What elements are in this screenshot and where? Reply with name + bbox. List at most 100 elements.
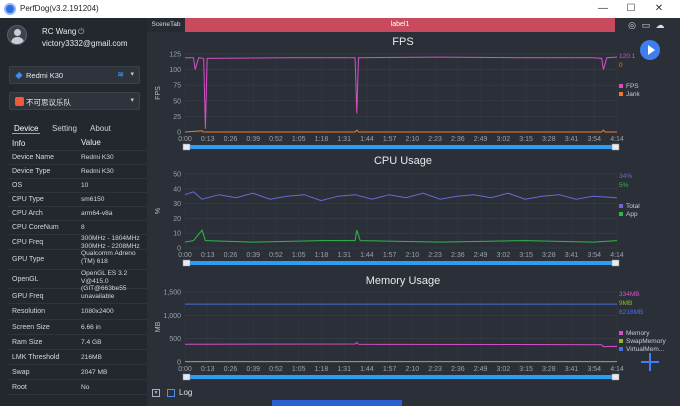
- series-line: [184, 191, 618, 202]
- info-table-header: Info Value: [7, 137, 147, 151]
- x-tick-label: 0:13: [201, 136, 215, 143]
- y-axis-label: FPS: [155, 86, 162, 100]
- location-icon[interactable]: ◎: [627, 20, 637, 30]
- x-tick-label: 3:28: [542, 366, 556, 373]
- info-value: 216MB: [81, 353, 102, 361]
- x-tick-label: 3:15: [519, 252, 533, 259]
- scene-tab[interactable]: SceneTab: [147, 18, 185, 32]
- device-icon: [15, 71, 23, 80]
- info-row: Swap 2047 MB: [7, 365, 147, 380]
- log-label: Log: [179, 388, 193, 397]
- x-tick-label: 0:00: [178, 252, 192, 259]
- avatar-icon[interactable]: [7, 25, 27, 45]
- perfdog-app-icon: [4, 3, 16, 15]
- x-tick-label: 3:02: [497, 252, 511, 259]
- info-key: Root: [12, 383, 27, 391]
- current-value: 9MB: [619, 300, 632, 307]
- info-row: LMK Threshold 216MB: [7, 350, 147, 365]
- cloud-icon[interactable]: ☁: [655, 20, 665, 30]
- x-tick-label: 2:49: [474, 366, 488, 373]
- log-checkbox[interactable]: [167, 389, 175, 397]
- x-tick-label: 0:13: [201, 366, 215, 373]
- y-axis-label: %: [155, 208, 162, 214]
- scrollbar-handle-right[interactable]: [611, 259, 620, 267]
- scrollbar-handle-left[interactable]: [182, 373, 191, 381]
- info-header-key: Info: [12, 139, 26, 148]
- info-row: GPU Type Qualcomm Adreno (TM) 618: [7, 250, 147, 270]
- x-tick-label: 3:15: [519, 136, 533, 143]
- app-select-label: 不可思议乐队: [26, 98, 71, 107]
- current-value: 120.1: [619, 53, 636, 60]
- user-name: RC Wang: [42, 27, 77, 36]
- x-tick-label: 0:00: [178, 136, 192, 143]
- folder-icon[interactable]: ▭: [641, 20, 651, 30]
- info-value: arm64-v8a: [81, 210, 113, 217]
- label-bar[interactable]: label1: [185, 18, 615, 32]
- info-row: Ram Size 7.4 GB: [7, 335, 147, 350]
- chevron-down-icon: ▾: [130, 71, 134, 78]
- x-tick-label: 0:26: [224, 366, 238, 373]
- x-tick-label: 3:02: [497, 136, 511, 143]
- fps-chart: FPS 0 25 50 75 100 125 0:00 0:13 0:26 0:39 0:52 1:05…: [147, 34, 680, 152]
- info-row: CPU Arch arm64-v8a: [7, 207, 147, 221]
- y-axis-label: MB: [155, 321, 162, 332]
- current-value: 5%: [619, 182, 629, 189]
- chart-title: CPU Usage: [374, 155, 432, 167]
- scrollbar-handle-left[interactable]: [182, 143, 191, 151]
- x-tick-label: 2:49: [474, 136, 488, 143]
- play-button[interactable]: [640, 40, 660, 60]
- x-tick-label: 0:52: [269, 252, 283, 259]
- x-tick-label: 1:44: [360, 252, 374, 259]
- scrollbar-handle-right[interactable]: [611, 143, 620, 151]
- x-tick-label: 4:14: [610, 366, 624, 373]
- scrollbar-handle-left[interactable]: [182, 259, 191, 267]
- time-scrollbar[interactable]: [184, 145, 618, 149]
- x-tick-label: 2:10: [406, 252, 420, 259]
- window-titlebar: PerfDog(v3.2.191204) — ☐ ✕: [0, 0, 680, 18]
- x-tick-label: 1:05: [292, 252, 306, 259]
- tab-setting[interactable]: Setting: [50, 124, 79, 133]
- close-button[interactable]: ✕: [652, 2, 666, 16]
- device-select-label: Redmi K30: [26, 71, 64, 80]
- x-tick-label: 3:54: [587, 252, 601, 259]
- info-value: 6.66 in: [81, 323, 101, 331]
- power-icon[interactable]: ⏻: [78, 27, 84, 37]
- x-tick-label: 0:00: [178, 366, 192, 373]
- info-key: LMK Threshold: [12, 353, 60, 361]
- app-select[interactable]: 不可思议乐队 ▾: [9, 92, 140, 110]
- y-tick-label: 1,500: [163, 290, 181, 297]
- add-button[interactable]: [641, 353, 659, 371]
- expand-log-icon[interactable]: ▼: [152, 389, 160, 397]
- time-scrollbar[interactable]: [184, 261, 618, 265]
- info-key: CPU Arch: [12, 210, 43, 217]
- legend-swatch: [619, 331, 623, 335]
- x-tick-label: 2:10: [406, 366, 420, 373]
- time-scrollbar[interactable]: [184, 375, 618, 379]
- x-tick-label: 4:14: [610, 136, 624, 143]
- info-key: Resolution: [12, 308, 46, 315]
- info-row: CPU Type sm6150: [7, 193, 147, 207]
- tab-about[interactable]: About: [88, 124, 113, 133]
- x-tick-label: 2:10: [406, 136, 420, 143]
- maximize-button[interactable]: ☐: [624, 2, 638, 16]
- device-select[interactable]: Redmi K30 ≋ ▾: [9, 66, 140, 84]
- minimize-button[interactable]: —: [596, 2, 610, 16]
- legend-swatch: [619, 92, 623, 96]
- info-row: CPU Freq 300MHz - 1804MHz 300MHz - 2208MH…: [7, 235, 147, 250]
- legend-item: FPS: [626, 83, 639, 90]
- info-row: CPU CoreNum 8: [7, 221, 147, 235]
- legend-item: VirtualMem...: [626, 346, 664, 353]
- legend-swatch: [619, 339, 623, 343]
- current-value: 34%: [619, 173, 632, 180]
- info-key: OpenGL: [12, 275, 39, 283]
- x-tick-label: 1:18: [315, 136, 329, 143]
- info-key: Ram Size: [12, 338, 43, 346]
- info-row: OS 10: [7, 179, 147, 193]
- legend-swatch: [619, 347, 623, 351]
- series-line: [184, 129, 617, 133]
- info-row: Device Name Redmi K30: [7, 151, 147, 165]
- current-value: 0: [619, 62, 623, 69]
- scrollbar-handle-right[interactable]: [611, 373, 620, 381]
- x-tick-label: 4:14: [610, 252, 624, 259]
- tab-device[interactable]: Device: [12, 124, 41, 134]
